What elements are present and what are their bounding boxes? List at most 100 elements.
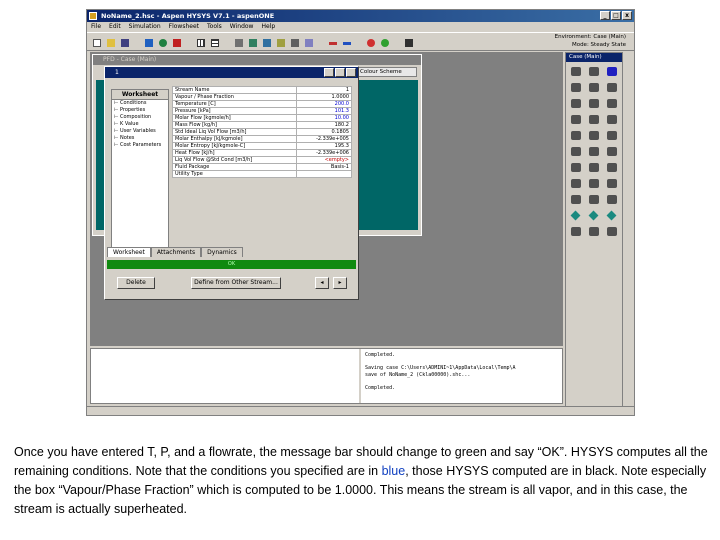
row-value[interactable]: 200.0 (296, 100, 352, 108)
energy-stream-icon[interactable] (340, 36, 352, 48)
row-value[interactable]: 1 (296, 86, 352, 94)
unit-op-icon[interactable] (586, 209, 602, 222)
nav-item-user-variables[interactable]: ⊢ User Variables (114, 128, 168, 135)
unit-op-icon[interactable] (568, 65, 584, 78)
tool-icon[interactable] (288, 36, 300, 48)
unit-op-icon[interactable] (586, 161, 602, 174)
unit-op-icon[interactable] (604, 161, 620, 174)
row-value[interactable]: 180.2 (296, 121, 352, 129)
unit-op-icon[interactable] (568, 209, 584, 222)
flow-icon[interactable] (260, 36, 272, 48)
unit-op-icon[interactable] (586, 145, 602, 158)
components-icon[interactable] (142, 36, 154, 48)
save-icon[interactable] (118, 36, 130, 48)
color-scheme-dropdown[interactable]: Colour Scheme (357, 67, 417, 77)
unit-op-icon[interactable] (586, 177, 602, 190)
row-value[interactable]: 0.1805 (296, 128, 352, 136)
open-icon[interactable] (104, 36, 116, 48)
pfd-icon[interactable] (246, 36, 258, 48)
unit-op-icon[interactable] (604, 145, 620, 158)
prev-arrow-icon[interactable]: ◂ (315, 277, 329, 289)
maximize-button[interactable]: □ (611, 11, 621, 20)
menu-simulation[interactable]: Simulation (129, 22, 161, 32)
unit-op-icon[interactable] (586, 225, 602, 238)
unit-op-icon[interactable] (568, 97, 584, 110)
solver-go-icon[interactable] (378, 36, 390, 48)
unit-op-icon[interactable] (586, 65, 602, 78)
table-row: Temperature [C] 200.0 (172, 100, 352, 108)
window-title: NoName_2.hsc - Aspen HYSYS V7.1 - aspenO… (101, 12, 275, 20)
unit-op-icon[interactable] (604, 129, 620, 142)
reactions-icon[interactable] (170, 36, 182, 48)
minimize-button[interactable]: _ (600, 11, 610, 20)
tab-dynamics[interactable]: Dynamics (201, 247, 243, 257)
nav-item-cost-parameters[interactable]: ⊢ Cost Parameters (114, 142, 168, 149)
unit-op-icon[interactable] (568, 161, 584, 174)
unit-op-icon[interactable] (604, 97, 620, 110)
solver-icon[interactable] (364, 36, 376, 48)
row-value[interactable]: 10.00 (296, 114, 352, 122)
menu-help[interactable]: Help (261, 22, 275, 32)
row-value[interactable]: <empty> (296, 156, 352, 164)
dialog-close-button[interactable] (346, 68, 356, 77)
unit-op-icon[interactable] (604, 225, 620, 238)
unit-op-icon[interactable] (604, 193, 620, 206)
unit-op-icon[interactable] (604, 113, 620, 126)
row-value[interactable] (296, 170, 352, 178)
dialog-minimize-button[interactable] (324, 68, 334, 77)
table-row: Std Ideal Liq Vol Flow [m3/h] 0.1805 (172, 128, 352, 136)
menu-edit[interactable]: Edit (109, 22, 121, 32)
unit-op-icon[interactable] (586, 129, 602, 142)
unit-op-icon[interactable] (604, 81, 620, 94)
unit-op-icon[interactable] (604, 177, 620, 190)
unit-op-icon[interactable] (568, 129, 584, 142)
tab-worksheet[interactable]: Worksheet (107, 247, 151, 257)
unit-op-icon[interactable] (604, 209, 620, 222)
next-arrow-icon[interactable]: ▸ (333, 277, 347, 289)
row-value[interactable]: 1.0000 (296, 93, 352, 101)
help-icon[interactable] (402, 36, 414, 48)
nav-item-properties[interactable]: ⊢ Properties (114, 107, 168, 114)
tab-attachments[interactable]: Attachments (150, 247, 202, 257)
row-value[interactable]: Basis-1 (296, 163, 352, 171)
unit-op-icon[interactable] (568, 225, 584, 238)
unit-op-icon[interactable] (586, 97, 602, 110)
menu-tools[interactable]: Tools (207, 22, 222, 32)
unit-op-icon[interactable] (586, 113, 602, 126)
unit-op-icon[interactable] (568, 113, 584, 126)
window-controls: _ □ x (600, 11, 632, 20)
menu-file[interactable]: File (91, 22, 101, 32)
title-bar: NoName_2.hsc - Aspen HYSYS V7.1 - aspenO… (87, 10, 634, 22)
grid-alt-icon[interactable] (208, 36, 220, 48)
table-icon[interactable] (302, 36, 314, 48)
nav-item-notes[interactable]: ⊢ Notes (114, 135, 168, 142)
new-case-icon[interactable] (90, 36, 102, 48)
object-icon[interactable] (274, 36, 286, 48)
unit-op-icon[interactable] (568, 145, 584, 158)
menu-window[interactable]: Window (230, 22, 254, 32)
stream-icon[interactable] (326, 36, 338, 48)
dialog-maximize-button[interactable] (335, 68, 345, 77)
row-label: Mass Flow [kg/h] (172, 121, 297, 129)
pfd-title: PFD - Case (Main) (93, 55, 421, 65)
nav-item-k-value[interactable]: ⊢ K Value (114, 121, 168, 128)
unit-op-icon[interactable] (568, 193, 584, 206)
define-from-other-stream-button[interactable]: Define from Other Stream... (191, 277, 281, 289)
unit-op-icon[interactable] (568, 177, 584, 190)
unit-op-icon[interactable] (568, 81, 584, 94)
row-value[interactable]: 195.3 (296, 142, 352, 150)
fluid-package-icon[interactable] (156, 36, 168, 48)
menu-flowsheet[interactable]: Flowsheet (169, 22, 199, 32)
row-value[interactable]: -2.339e+005 (296, 135, 352, 143)
unit-op-icon[interactable] (604, 65, 620, 78)
row-value[interactable]: -2.339e+006 (296, 149, 352, 157)
workbook-icon[interactable] (232, 36, 244, 48)
row-value[interactable]: 101.3 (296, 107, 352, 115)
grid-icon[interactable] (194, 36, 206, 48)
nav-item-conditions[interactable]: ⊢ Conditions (114, 100, 168, 107)
unit-op-icon[interactable] (586, 81, 602, 94)
close-button[interactable]: x (622, 11, 632, 20)
unit-op-icon[interactable] (586, 193, 602, 206)
nav-item-composition[interactable]: ⊢ Composition (114, 114, 168, 121)
delete-button[interactable]: Delete (117, 277, 155, 289)
